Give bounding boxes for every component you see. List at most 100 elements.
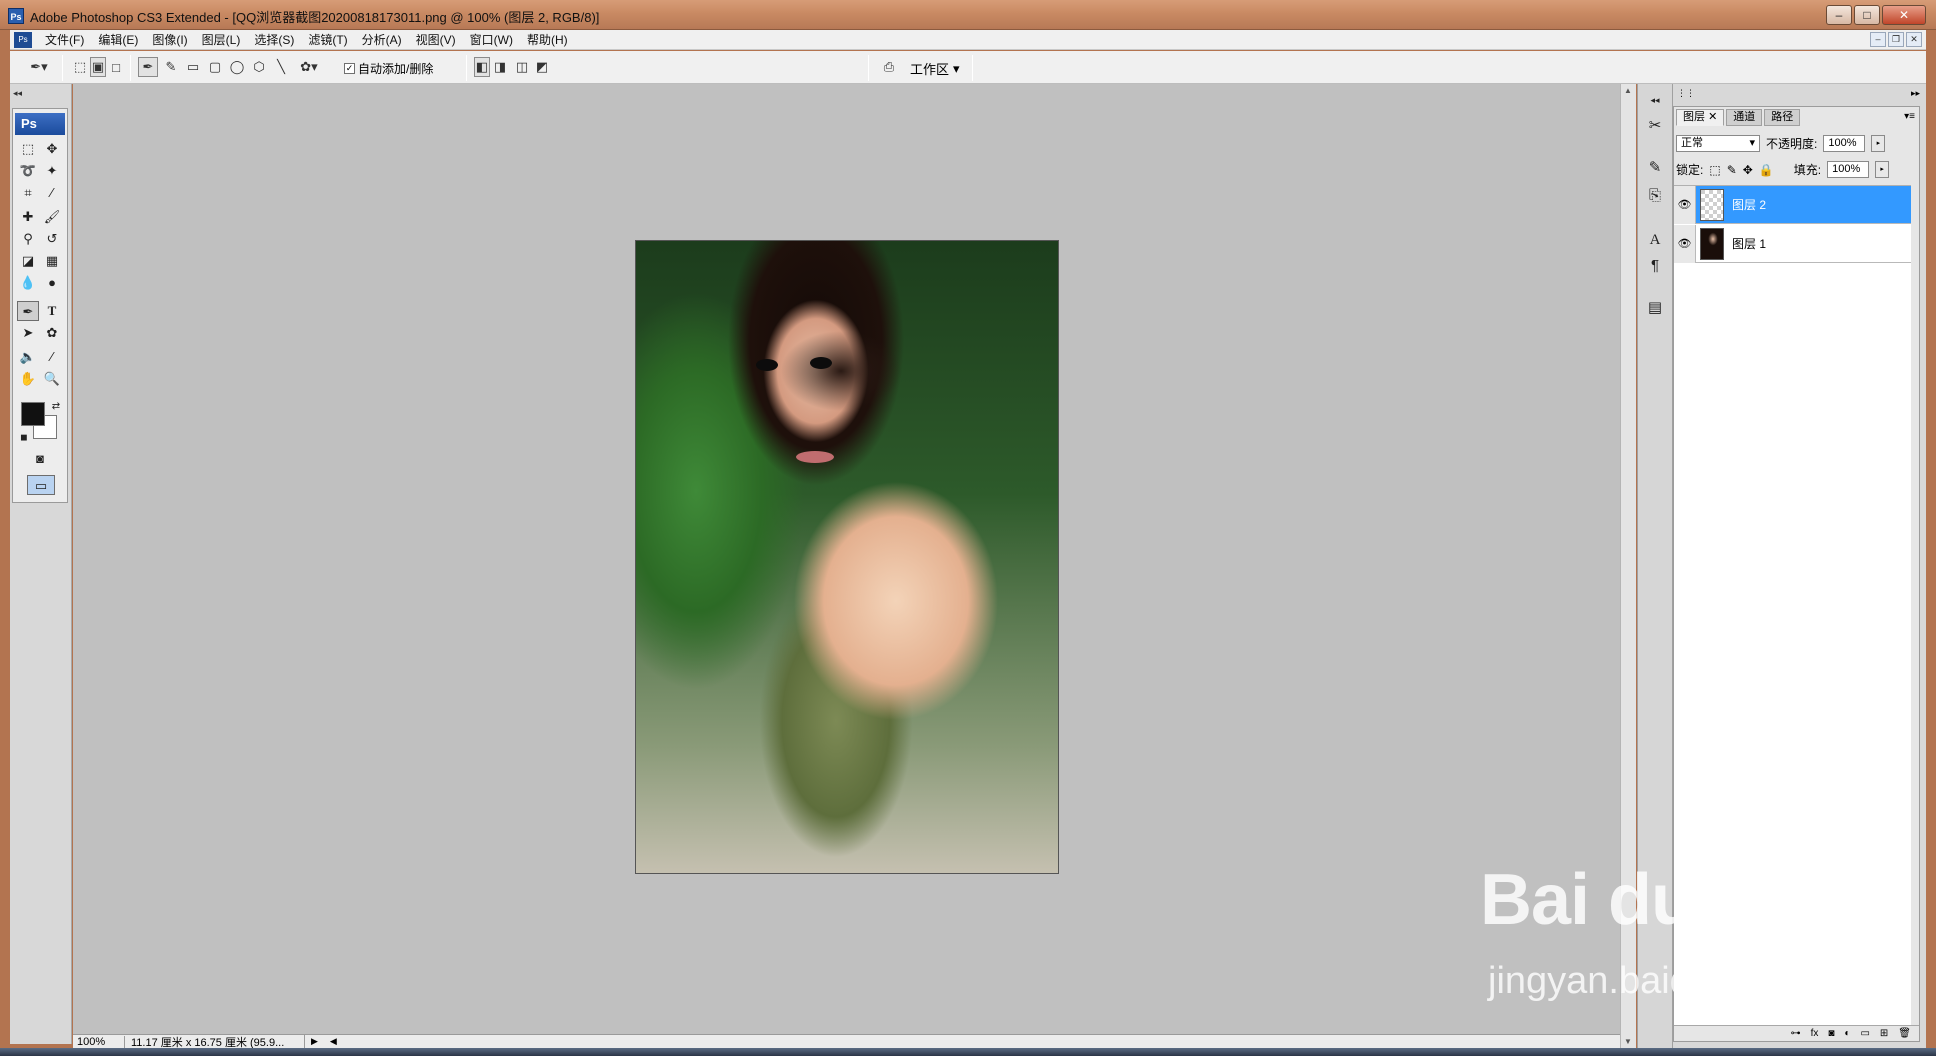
type-tool-icon[interactable]: T (41, 301, 63, 321)
new-layer-icon[interactable]: ⊞ (1880, 1028, 1888, 1039)
polygon-icon[interactable]: ⬡ (250, 57, 268, 77)
menu-window[interactable]: 窗口(W) (463, 30, 520, 50)
lock-all-icon[interactable]: 🔒 (1759, 163, 1774, 177)
scroll-down-icon[interactable]: ▼ (1624, 1037, 1632, 1046)
lock-pixels-icon[interactable]: ✎ (1727, 163, 1737, 177)
fill-pixels-icon[interactable]: □ (108, 57, 124, 77)
healing-brush-tool-icon[interactable]: ✚ (17, 207, 39, 227)
scroll-left-icon[interactable]: ◀ (324, 1036, 343, 1047)
expand-panels-icon[interactable]: ▸▸ (1911, 88, 1920, 99)
toolbox-logo[interactable]: Ps (15, 113, 65, 135)
doc-restore-button[interactable]: ❐ (1888, 32, 1904, 47)
add-to-path-icon[interactable]: ◧ (474, 57, 490, 77)
notes-tool-icon[interactable]: 🔈 (17, 347, 39, 367)
document-image[interactable] (635, 240, 1059, 874)
lasso-tool-icon[interactable]: ➰ (17, 161, 39, 181)
auto-add-checkbox[interactable]: ✓ (344, 63, 355, 74)
new-group-icon[interactable]: ▭ (1860, 1028, 1869, 1039)
paragraph-icon[interactable]: ¶ (1642, 254, 1668, 278)
eye-icon[interactable]: 👁 (1674, 185, 1696, 224)
foreground-color-swatch[interactable] (21, 402, 45, 426)
layer-row-2[interactable]: 👁 图层 2 (1674, 185, 1911, 224)
dodge-tool-icon[interactable]: ● (41, 273, 63, 293)
auto-add-delete-option[interactable]: ✓ 自动添加/删除 (344, 60, 433, 77)
clone-stamp-tool-icon[interactable]: ⚲ (17, 229, 39, 249)
clone-source-icon[interactable]: ⎘ (1642, 184, 1668, 208)
subtract-path-icon[interactable]: ◨ (492, 57, 508, 77)
pen-icon[interactable]: ✒ (138, 57, 158, 77)
lock-position-icon[interactable]: ✥ (1743, 163, 1753, 177)
delete-layer-icon[interactable]: 🗑 (1898, 1028, 1911, 1039)
blend-mode-select[interactable]: 正常 ▾ (1676, 135, 1760, 152)
exclude-path-icon[interactable]: ◩ (534, 57, 550, 77)
swap-colors-icon[interactable]: ⇄ (45, 397, 67, 417)
zoom-level-field[interactable]: 100% (73, 1035, 125, 1048)
brushes-icon[interactable]: ✎ (1642, 156, 1668, 180)
menu-image[interactable]: 图像(I) (145, 30, 194, 50)
rectangle-icon[interactable]: ▭ (184, 57, 202, 77)
opacity-input[interactable]: 100% (1823, 135, 1866, 152)
menu-help[interactable]: 帮助(H) (520, 30, 575, 50)
custom-shape-tool-icon[interactable]: ✿ (41, 323, 63, 343)
shape-layers-icon[interactable]: ⬚ (72, 57, 88, 77)
tab-paths[interactable]: 路径 (1764, 109, 1801, 126)
screen-mode-icon[interactable]: ▭ (27, 475, 55, 495)
freeform-pen-icon[interactable]: ✎ (162, 57, 180, 77)
panel-grip-icon[interactable]: ⋮⋮ (1677, 88, 1695, 99)
move-tool-icon[interactable]: ✥ (41, 139, 63, 159)
link-layers-icon[interactable]: ⊶ (1791, 1028, 1801, 1039)
pen-tool-icon[interactable]: ✒ (17, 301, 39, 321)
doc-minimize-button[interactable]: – (1870, 32, 1886, 47)
menu-layer[interactable]: 图层(L) (195, 30, 248, 50)
menu-view[interactable]: 视图(V) (409, 30, 463, 50)
scroll-up-icon[interactable]: ▲ (1624, 86, 1632, 95)
paths-mode-icon[interactable]: ▣ (90, 57, 106, 77)
adjustment-layer-icon[interactable]: ◐ (1844, 1028, 1850, 1039)
line-icon[interactable]: ╲ (272, 57, 290, 77)
menu-filter[interactable]: 滤镜(T) (301, 30, 354, 50)
pen-tool-preset-icon[interactable]: ✒▾ (24, 57, 54, 77)
menu-analysis[interactable]: 分析(A) (355, 30, 409, 50)
eyedropper-tool-icon[interactable]: ⁄ (41, 347, 63, 367)
close-button[interactable]: ✕ (1882, 5, 1926, 25)
tab-channels[interactable]: 通道 (1726, 109, 1763, 126)
marquee-tool-icon[interactable]: ⬚ (17, 139, 39, 159)
custom-shape-icon[interactable]: ✿▾ (294, 57, 324, 77)
slice-tool-icon[interactable]: ⁄ (41, 183, 63, 203)
history-brush-tool-icon[interactable]: ↺ (41, 229, 63, 249)
layer-comps-icon[interactable]: ▤ (1642, 296, 1668, 320)
ellipse-icon[interactable]: ◯ (228, 57, 246, 77)
blur-tool-icon[interactable]: 💧 (17, 273, 39, 293)
maximize-button[interactable]: □ (1854, 5, 1880, 25)
menu-edit[interactable]: 编辑(E) (91, 30, 145, 50)
minimize-button[interactable]: – (1826, 5, 1852, 25)
document-icon[interactable]: Ps (14, 31, 32, 48)
tab-layers[interactable]: 图层 ✕ (1676, 109, 1725, 126)
status-menu-arrow-icon[interactable]: ▶ (305, 1036, 324, 1047)
default-colors-icon[interactable]: ◼ (13, 427, 35, 447)
layer-row-1[interactable]: 👁 图层 1 (1674, 224, 1911, 263)
fill-input[interactable]: 100% (1827, 161, 1870, 178)
tool-presets-icon[interactable]: ✂ (1642, 114, 1668, 138)
fill-slider-arrow-icon[interactable]: ▸ (1875, 161, 1890, 178)
menu-file[interactable]: 文件(F) (38, 30, 91, 50)
magic-wand-tool-icon[interactable]: ✦ (41, 161, 63, 181)
close-icon[interactable]: ✕ (1708, 111, 1717, 123)
layer-style-icon[interactable]: fx (1811, 1028, 1819, 1039)
layer-mask-icon[interactable]: ◙ (1828, 1028, 1834, 1039)
intersect-path-icon[interactable]: ◫ (514, 57, 530, 77)
eye-icon[interactable]: 👁 (1674, 224, 1696, 263)
character-icon[interactable]: A (1642, 228, 1668, 252)
collapse-toolbox-icon[interactable]: ◂◂ (13, 88, 22, 99)
workspace-dropdown[interactable]: 工作区 ▾ (910, 59, 960, 78)
path-selection-tool-icon[interactable]: ➤ (17, 323, 39, 343)
eraser-tool-icon[interactable]: ◪ (17, 251, 39, 271)
canvas-area[interactable] (73, 84, 1620, 1034)
rounded-rectangle-icon[interactable]: ▢ (206, 57, 224, 77)
quick-mask-icon[interactable]: ◙ (29, 449, 51, 469)
crop-tool-icon[interactable]: ⌗ (17, 183, 39, 203)
brush-tool-icon[interactable]: 🖌 (41, 207, 63, 227)
collapse-dock-icon[interactable]: ◂◂ (1642, 88, 1668, 112)
go-to-bridge-icon[interactable]: ⎙ (878, 57, 900, 77)
zoom-tool-icon[interactable]: 🔍 (41, 369, 63, 389)
